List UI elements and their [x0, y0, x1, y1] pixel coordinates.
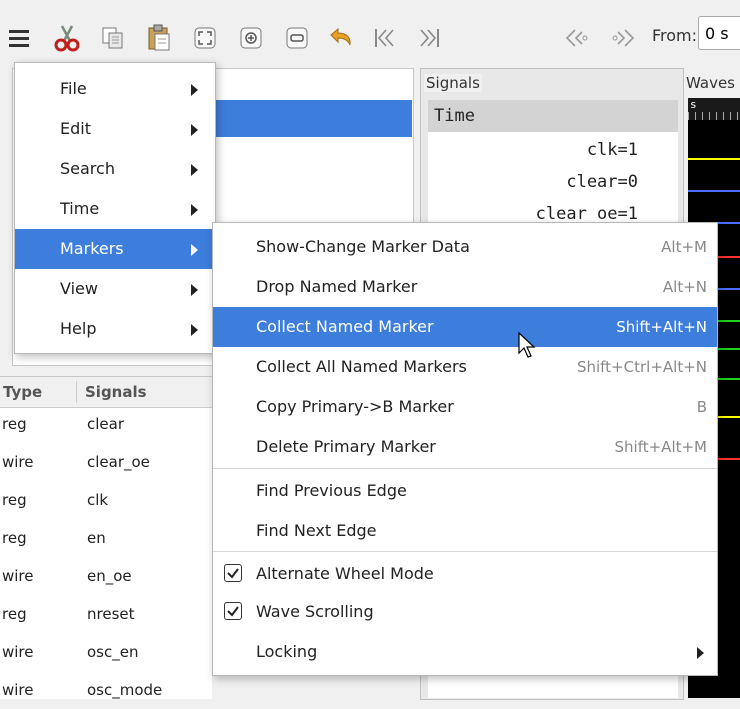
- menu-item-locking[interactable]: Locking: [213, 632, 717, 672]
- table-row[interactable]: wire clear_oe: [0, 445, 212, 481]
- paste-icon[interactable]: [142, 20, 176, 56]
- signal-value[interactable]: clk=1: [587, 140, 638, 160]
- menu-item-file[interactable]: File: [15, 69, 215, 109]
- find-next-edge-icon[interactable]: [606, 20, 640, 56]
- zoom-fit-icon[interactable]: [188, 20, 222, 56]
- main-menu: File Edit Search Time Markers View Help: [14, 62, 216, 354]
- menu-item-help[interactable]: Help: [15, 309, 215, 349]
- submenu-arrow-icon: [191, 284, 198, 296]
- menu-item-copy-primary-b-marker[interactable]: Copy Primary->B Marker B: [213, 387, 717, 427]
- find-previous-edge-icon[interactable]: [560, 20, 594, 56]
- signal-value[interactable]: clear=0: [566, 172, 638, 192]
- signal-list-table: Type Signals reg clear wire clear_oe reg cl…: [0, 376, 212, 699]
- time-unit-label: s: [690, 98, 697, 111]
- cut-icon[interactable]: [50, 20, 84, 56]
- waves-pane-title: Waves: [686, 74, 735, 92]
- zoom-to-start-icon[interactable]: [368, 20, 402, 56]
- signal-table-header: Type Signals: [0, 377, 212, 408]
- menu-item-delete-primary-marker[interactable]: Delete Primary Marker Shift+Alt+M: [213, 427, 717, 467]
- menu-item-view[interactable]: View: [15, 269, 215, 309]
- submenu-arrow-icon: [191, 324, 198, 336]
- zoom-in-icon[interactable]: [234, 20, 268, 56]
- menu-item-show-change-marker-data[interactable]: Show-Change Marker Data Alt+M: [213, 227, 717, 267]
- signals-column-header[interactable]: Signals: [85, 383, 147, 401]
- tree-selected-node[interactable]: b: [200, 100, 412, 137]
- menu-item-find-next-edge[interactable]: Find Next Edge: [213, 511, 717, 551]
- markers-submenu: Show-Change Marker Data Alt+M Drop Named …: [212, 222, 718, 676]
- time-signal-row[interactable]: Time: [428, 100, 678, 132]
- table-row[interactable]: reg clear: [0, 407, 212, 443]
- copy-icon[interactable]: [96, 20, 130, 56]
- submenu-arrow-icon: [697, 647, 704, 659]
- zoom-out-icon[interactable]: [280, 20, 314, 56]
- menu-item-edit[interactable]: Edit: [15, 109, 215, 149]
- menu-item-search[interactable]: Search: [15, 149, 215, 189]
- submenu-arrow-icon: [191, 244, 198, 256]
- from-time-input[interactable]: [698, 16, 740, 50]
- type-column-header[interactable]: Type: [3, 383, 42, 401]
- table-row[interactable]: wire osc_mode: [0, 673, 212, 709]
- menu-item-collect-all-named-markers[interactable]: Collect All Named Markers Shift+Ctrl+Alt+…: [213, 347, 717, 387]
- table-row[interactable]: wire en_oe: [0, 559, 212, 595]
- table-row[interactable]: reg en: [0, 521, 212, 557]
- signals-pane-title: Signals: [424, 74, 482, 92]
- menu-item-wave-scrolling[interactable]: Wave Scrolling: [213, 592, 717, 632]
- checkbox-checked-icon[interactable]: [224, 564, 242, 582]
- menu-separator: [213, 468, 717, 469]
- menu-item-drop-named-marker[interactable]: Drop Named Marker Alt+N: [213, 267, 717, 307]
- menu-item-find-previous-edge[interactable]: Find Previous Edge: [213, 471, 717, 511]
- menu-item-alternate-wheel-mode[interactable]: Alternate Wheel Mode: [213, 554, 717, 594]
- submenu-arrow-icon: [191, 164, 198, 176]
- table-row[interactable]: wire osc_en: [0, 635, 212, 671]
- signal-value[interactable]: clear_oe=1: [536, 204, 638, 224]
- submenu-arrow-icon: [191, 124, 198, 136]
- table-row[interactable]: reg clk: [0, 483, 212, 519]
- menu-item-collect-named-marker[interactable]: Collect Named Marker Shift+Alt+N: [213, 307, 717, 347]
- submenu-arrow-icon: [191, 84, 198, 96]
- mouse-pointer-icon: [518, 332, 536, 358]
- table-row[interactable]: reg nreset: [0, 597, 212, 633]
- submenu-arrow-icon: [191, 204, 198, 216]
- checkbox-checked-icon[interactable]: [224, 602, 242, 620]
- undo-zoom-icon[interactable]: [324, 20, 358, 56]
- from-label: From:: [652, 26, 698, 45]
- menu-separator: [213, 551, 717, 552]
- menu-item-markers[interactable]: Markers: [15, 229, 215, 269]
- hamburger-menu-icon[interactable]: [2, 20, 36, 56]
- menu-item-time[interactable]: Time: [15, 189, 215, 229]
- zoom-to-end-icon[interactable]: [412, 20, 446, 56]
